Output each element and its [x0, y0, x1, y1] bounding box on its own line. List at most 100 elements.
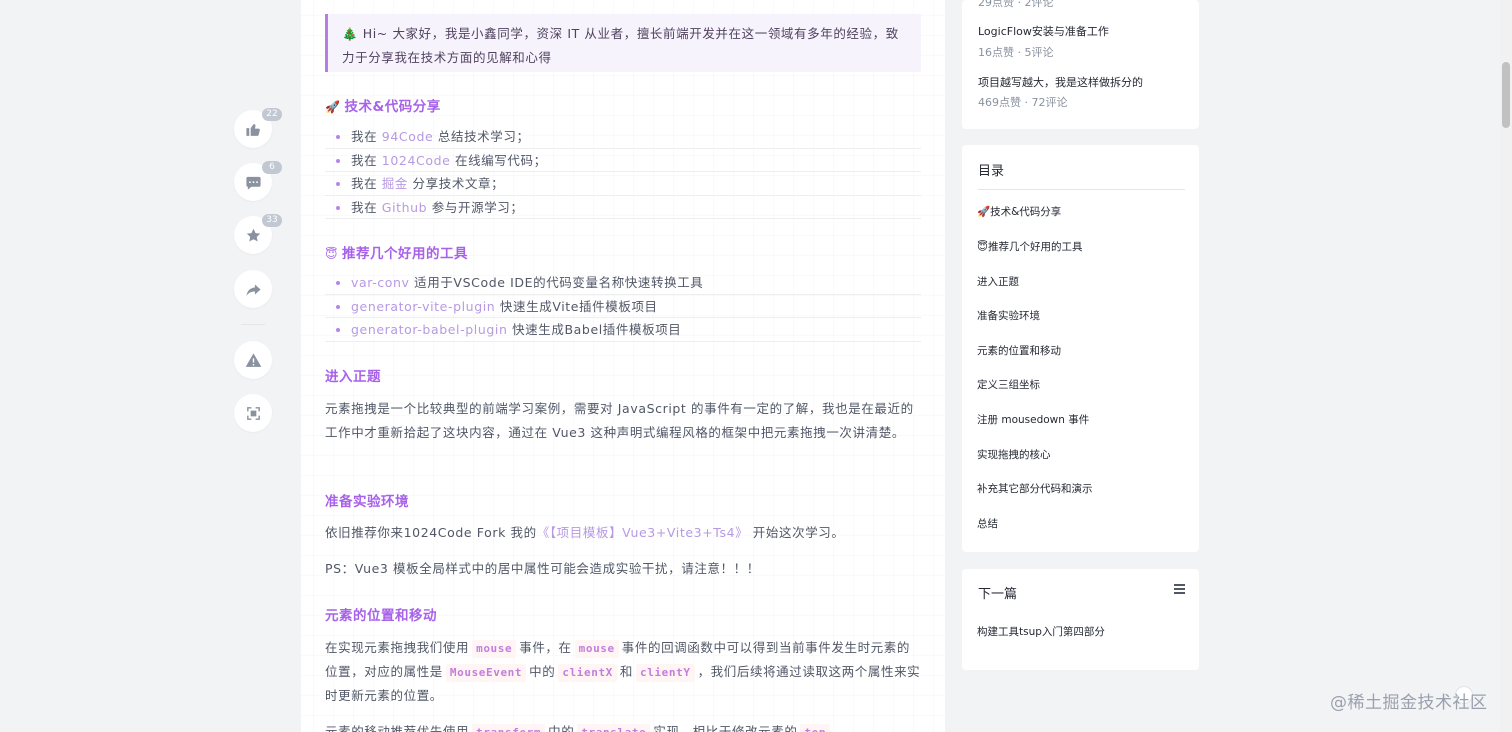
next-title: 下一篇 — [978, 587, 1018, 602]
heading-text: 技术&代码分享 — [344, 99, 441, 115]
list-text: 快速生成Babel插件模板项目 — [507, 322, 682, 337]
share-arrow-icon — [245, 284, 261, 296]
fullscreen-button[interactable] — [234, 394, 272, 432]
link-juejin[interactable]: 掘金 — [382, 176, 408, 191]
intro-blockquote: 🎄 Hi~ 大家好，我是小鑫同学，资深 IT 从业者，擅长前端开发并在这一领域有… — [325, 14, 921, 72]
related-articles-card: 29点赞 · 2评论 LogicFlow安装与准备工作 16点赞 · 5评论 项… — [962, 0, 1199, 129]
toc-item[interactable]: 定义三组坐标 — [977, 377, 1040, 392]
paragraph-env: 依旧推荐你来1024Code Fork 我的《【项目模板】Vue3+Vite3+… — [325, 521, 921, 545]
toc-item[interactable]: 注册 mousedown 事件 — [977, 412, 1089, 427]
toc-divider — [978, 189, 1185, 190]
toc-item[interactable]: 实现拖拽的核心 — [977, 447, 1051, 462]
list-text: 适用于VSCode IDE的代码变量名称快速转换工具 — [409, 275, 704, 290]
heading-tools: 😇 推荐几个好用的工具 — [325, 242, 468, 262]
collect-button[interactable]: 33 — [234, 214, 282, 254]
actions-divider — [241, 324, 265, 325]
heading-text: 推荐几个好用的工具 — [342, 246, 469, 262]
next-article-card: 下一篇 构建工具tsup入门第四部分 — [962, 569, 1199, 670]
inline-code: clientY — [636, 664, 695, 682]
comment-button[interactable]: 6 — [234, 161, 282, 201]
related-meta: 29点赞 · 2评论 — [978, 0, 1054, 9]
list-text: 总结技术学习； — [433, 129, 530, 144]
list-item: 我在 掘金 分享技术文章； — [325, 172, 921, 196]
paragraph-text: 实现，相比于修改元素的 — [653, 724, 798, 732]
paragraph-text: 和 — [619, 664, 634, 679]
link-project-template[interactable]: 《【项目模板】Vue3+Vite3+Ts4》 — [537, 525, 749, 540]
next-article-link[interactable]: 构建工具tsup入门第四部分 — [977, 624, 1105, 639]
heading-intro: 进入正题 — [325, 369, 381, 385]
list-text: 快速生成Vite插件模板项目 — [495, 298, 658, 314]
toc-item[interactable]: 🚀技术&代码分享 — [977, 204, 1061, 219]
inline-code: mouse — [574, 640, 619, 658]
link-generator-babel-plugin[interactable]: generator-babel-plugin — [351, 322, 508, 337]
paragraph-text: 依旧推荐你来1024Code Fork 我的 — [325, 525, 537, 540]
article-body: 🎄 Hi~ 大家好，我是小鑫同学，资深 IT 从业者，擅长前端开发并在这一领域有… — [301, 0, 945, 732]
paragraph-ps: PS：Vue3 模板全局样式中的居中属性可能会造成实验干扰，请注意！！！ — [325, 561, 760, 576]
paragraph-text: 元素的移动推荐优先使用 — [325, 724, 470, 732]
inline-code: top — [800, 724, 831, 732]
related-meta: 469点赞 · 72评论 — [978, 96, 1068, 109]
toc-item[interactable]: 补充其它部分代码和演示 — [977, 481, 1093, 496]
inline-code: transform — [472, 724, 546, 732]
link-1024code[interactable]: 1024Code — [382, 153, 451, 168]
like-button[interactable]: 22 — [234, 108, 282, 148]
link-var-conv[interactable]: var-conv — [351, 275, 410, 290]
list-text: 我在 — [351, 176, 382, 191]
paragraph-intro: 元素拖拽是一个比较典型的前端学习案例，需要对 JavaScript 的事件有一定… — [325, 401, 914, 440]
link-94code[interactable]: 94Code — [382, 129, 434, 144]
heading-position: 元素的位置和移动 — [325, 608, 437, 624]
like-count-badge: 22 — [262, 108, 282, 121]
list-item: var-conv 适用于VSCode IDE的代码变量名称快速转换工具 — [325, 271, 921, 295]
paragraph-move: 元素的移动推荐优先使用transform中的translate实现，相比于修改元… — [325, 720, 921, 732]
link-github[interactable]: Github — [382, 200, 427, 215]
toc-item[interactable]: 进入正题 — [977, 274, 1019, 289]
share-button[interactable] — [234, 270, 272, 308]
inline-code: MouseEvent — [445, 664, 527, 682]
heading-env: 准备实验环境 — [325, 494, 409, 510]
inline-code: translate — [577, 724, 651, 732]
report-button[interactable] — [234, 341, 272, 379]
related-article-link[interactable]: 项目越写越大，我是这样做拆分的 — [978, 74, 1143, 90]
toc-item[interactable]: 准备实验环境 — [977, 308, 1040, 323]
page-scrollbar[interactable] — [1500, 0, 1512, 732]
heading-tech-share: 🚀 技术&代码分享 — [325, 95, 441, 115]
comment-count-badge: 6 — [262, 161, 282, 174]
toc-item[interactable]: 元素的位置和移动 — [977, 343, 1061, 358]
tools-list: var-conv 适用于VSCode IDE的代码变量名称快速转换工具 gene… — [325, 271, 921, 342]
list-text: 我在 — [351, 199, 382, 215]
toc-item[interactable]: 总结 — [977, 516, 998, 531]
site-watermark: @稀土掘金技术社区 — [1330, 693, 1488, 713]
toc-title: 目录 — [978, 164, 1005, 179]
list-item: 我在 94Code 总结技术学习； — [325, 125, 921, 149]
list-item: generator-vite-plugin 快速生成Vite插件模板项目 — [325, 295, 921, 318]
warning-icon — [245, 352, 261, 367]
related-article-link[interactable]: LogicFlow安装与准备工作 — [978, 23, 1109, 39]
toc-card: 目录 🚀技术&代码分享 😇推荐几个好用的工具 进入正题 准备实验环境 元素的位置… — [962, 145, 1199, 552]
paragraph-text: 事件，在 — [519, 640, 572, 655]
list-item: 我在 Github 参与开源学习； — [325, 196, 921, 219]
paragraph-text: 在实现元素拖拽我们使用 — [325, 640, 470, 655]
paragraph-text: 开始这次学习。 — [748, 525, 845, 540]
collect-count-badge: 33 — [262, 214, 282, 227]
list-item: 我在 1024Code 在线编写代码； — [325, 149, 921, 172]
list-text: 分享技术文章； — [407, 176, 505, 191]
paragraph-position: 在实现元素拖拽我们使用 mouse 事件，在 mouse 事件的回调函数中可以得到当前事… — [325, 636, 921, 708]
paragraph-text: 中的 — [529, 664, 556, 679]
scrollbar-thumb[interactable] — [1502, 62, 1510, 128]
inline-code: mouse — [472, 640, 517, 658]
paragraph-text: 中的 — [548, 724, 575, 732]
inline-code: clientX — [558, 664, 617, 682]
related-meta: 16点赞 · 5评论 — [978, 46, 1054, 59]
list-item: generator-babel-plugin 快速生成Babel插件模板项目 — [325, 318, 921, 342]
share-list: 我在 94Code 总结技术学习； 我在 1024Code 在线编写代码； 我在… — [325, 125, 921, 219]
link-generator-vite-plugin[interactable]: generator-vite-plugin — [351, 299, 495, 314]
list-text: 我在 — [351, 129, 382, 144]
list-icon[interactable] — [1174, 583, 1185, 594]
comment-icon — [245, 176, 261, 190]
list-text: 我在 — [351, 152, 382, 168]
toc-item[interactable]: 😇推荐几个好用的工具 — [977, 239, 1082, 254]
list-text: 在线编写代码； — [450, 152, 547, 168]
list-text: 参与开源学习； — [427, 199, 524, 215]
focus-mode-icon — [246, 406, 260, 420]
smile-emoji: 😇 — [325, 247, 339, 261]
